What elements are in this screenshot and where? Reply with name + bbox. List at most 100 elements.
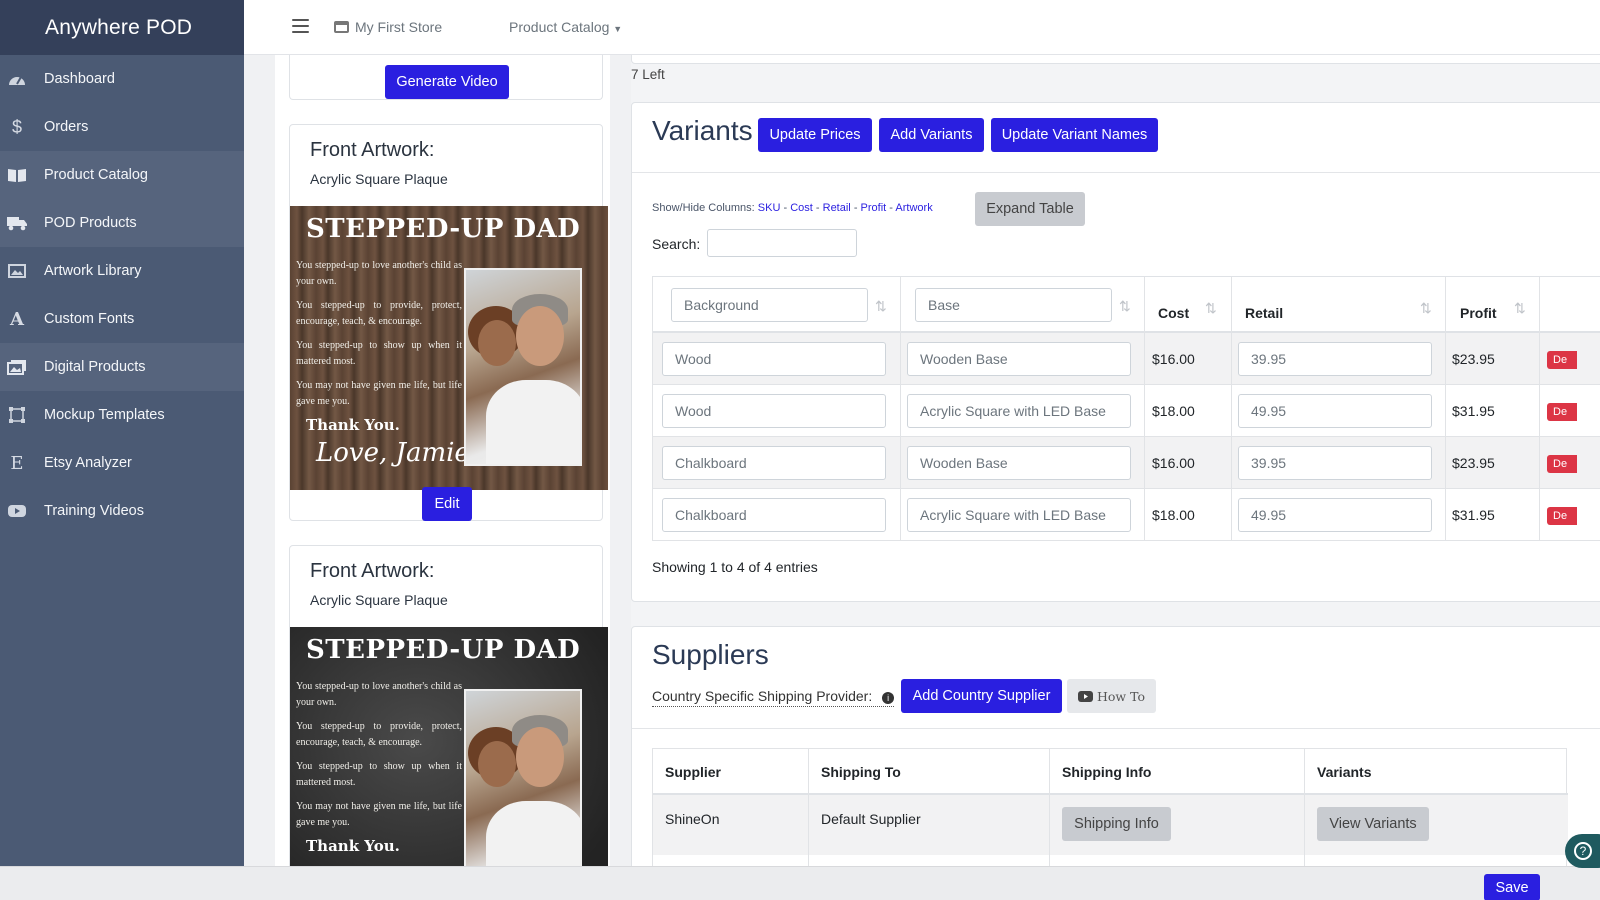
app-title[interactable]: Anywhere POD	[0, 0, 244, 55]
update-variant-names-button[interactable]: Update Variant Names	[991, 118, 1158, 152]
store-name: My First Store	[355, 19, 443, 35]
etsy-icon: E	[10, 452, 24, 474]
sidebar-item-digital-products[interactable]: Digital Products	[0, 343, 244, 391]
link-separator: -	[783, 202, 788, 214]
profit-value: $31.95	[1452, 403, 1495, 419]
delete-variant-button[interactable]: De	[1547, 455, 1577, 473]
sidebar-item-label: Dashboard	[44, 71, 115, 87]
divider	[632, 172, 1600, 173]
shipping-info-column-header: Shipping Info	[1062, 764, 1152, 780]
background-input[interactable]: Wood	[662, 394, 886, 428]
base-input[interactable]: Wooden Base	[907, 446, 1131, 480]
retail-column-header[interactable]: Retail	[1245, 305, 1283, 321]
save-button[interactable]: Save	[1484, 874, 1540, 900]
profit-value: $23.95	[1452, 455, 1495, 471]
column-toggle-sku[interactable]: SKU	[758, 202, 781, 214]
sidebar-item-custom-fonts[interactable]: A Custom Fonts	[0, 295, 244, 343]
delete-variant-button[interactable]: De	[1547, 403, 1577, 421]
store-selector[interactable]: My First Store	[334, 19, 442, 35]
sidebar-item-artwork-library[interactable]: Artwork Library	[0, 247, 244, 295]
sort-icon[interactable]: ⇅	[875, 298, 887, 315]
background-filter-input[interactable]: Background	[671, 288, 868, 322]
base-input[interactable]: Acrylic Square with LED Base	[907, 498, 1131, 532]
sidebar-item-orders[interactable]: $ Orders	[0, 103, 244, 151]
base-input[interactable]: Acrylic Square with LED Base	[907, 394, 1131, 428]
bottom-action-bar: Save	[0, 866, 1600, 900]
book-icon	[6, 164, 28, 186]
plaque-line: You stepped-up to show up when it matter…	[296, 761, 462, 788]
shipping-info-button[interactable]: Shipping Info	[1062, 807, 1171, 841]
hamburger-menu-icon[interactable]	[292, 19, 309, 33]
vector-icon	[6, 404, 28, 426]
sort-icon[interactable]: ⇅	[1119, 298, 1131, 315]
plaque-body: You stepped-up to love another's child a…	[296, 258, 462, 418]
sort-icon[interactable]: ⇅	[1514, 300, 1526, 317]
profit-value: $23.95	[1452, 351, 1495, 367]
artwork-title: Front Artwork:	[310, 139, 435, 161]
column-toggle-retail[interactable]: Retail	[823, 202, 851, 214]
retail-input[interactable]: 49.95	[1238, 498, 1432, 532]
sidebar-item-training-videos[interactable]: Training Videos	[0, 487, 244, 535]
search-input[interactable]	[707, 229, 857, 257]
retail-input[interactable]: 39.95	[1238, 446, 1432, 480]
background-input[interactable]: Chalkboard	[662, 498, 886, 532]
generate-video-button[interactable]: Generate Video	[385, 65, 509, 99]
link-separator: -	[815, 202, 820, 214]
sidebar-item-mockup-templates[interactable]: Mockup Templates	[0, 391, 244, 439]
sidebar-item-pod-products[interactable]: POD Products	[0, 199, 244, 247]
family-photo	[464, 268, 582, 466]
suppliers-table: Supplier Shipping To Shipping Info Varia…	[652, 748, 1568, 866]
profit-column-header[interactable]: Profit	[1460, 305, 1497, 321]
link-separator: -	[853, 202, 858, 214]
edit-artwork-button[interactable]: Edit	[422, 487, 472, 521]
search-label: Search:	[652, 236, 701, 252]
view-variants-button[interactable]: View Variants	[1317, 807, 1429, 841]
info-icon[interactable]: i	[882, 692, 895, 704]
catalog-dropdown[interactable]: Product Catalog ▼	[509, 19, 622, 35]
sidebar-item-product-catalog[interactable]: Product Catalog	[0, 151, 244, 199]
plaque-line: You stepped-up to show up when it matter…	[296, 340, 462, 367]
artwork-preview-image[interactable]: STEPPED-UP DAD You stepped-up to love an…	[290, 206, 608, 490]
plaque-signature: Love, Jamie	[316, 438, 470, 468]
suppliers-title: Suppliers	[652, 639, 769, 670]
help-button[interactable]: ?	[1565, 834, 1600, 868]
variants-table: Background ⇅ Base ⇅ Cost ⇅ Retail ⇅ Prof…	[652, 276, 1600, 541]
add-variants-button[interactable]: Add Variants	[879, 118, 984, 152]
sidebar-item-etsy-analyzer[interactable]: E Etsy Analyzer	[0, 439, 244, 487]
expand-table-button[interactable]: Expand Table	[975, 192, 1085, 226]
font-icon: A	[10, 308, 24, 330]
base-input[interactable]: Wooden Base	[907, 342, 1131, 376]
video-icon	[1078, 690, 1093, 702]
sidebar-item-label: Orders	[44, 119, 89, 135]
sidebar-item-dashboard[interactable]: Dashboard	[0, 55, 244, 103]
delete-variant-button[interactable]: De	[1547, 351, 1577, 369]
how-to-button[interactable]: How To	[1067, 679, 1156, 713]
base-filter-input[interactable]: Base	[915, 288, 1112, 322]
background-input[interactable]: Chalkboard	[662, 446, 886, 480]
update-prices-button[interactable]: Update Prices	[758, 118, 872, 152]
cost-value: $18.00	[1152, 507, 1195, 523]
cost-column-header[interactable]: Cost	[1158, 305, 1189, 321]
artwork-preview-image[interactable]: STEPPED-UP DAD You stepped-up to love an…	[290, 627, 608, 866]
remaining-count: 7 Left	[631, 67, 665, 82]
shipping-to-value: Default Supplier	[821, 811, 921, 827]
sidebar-item-label: Mockup Templates	[44, 407, 165, 423]
column-toggle-cost[interactable]: Cost	[790, 202, 813, 214]
column-toggle-profit[interactable]: Profit	[861, 202, 887, 214]
retail-input[interactable]: 39.95	[1238, 342, 1432, 376]
delete-variant-button[interactable]: De	[1547, 507, 1577, 525]
variants-card: Variants Update Prices Add Variants Upda…	[631, 102, 1600, 602]
table-row: Chalkboard Wooden Base $16.00 39.95 $23.…	[652, 437, 1600, 489]
background-input[interactable]: Wood	[662, 342, 886, 376]
add-country-supplier-button[interactable]: Add Country Supplier	[901, 679, 1062, 713]
sort-icon[interactable]: ⇅	[1420, 300, 1432, 317]
sort-icon[interactable]: ⇅	[1205, 300, 1217, 317]
cost-value: $18.00	[1152, 403, 1195, 419]
plaque-line: You may not have given me life, but life…	[296, 380, 462, 407]
profit-value: $31.95	[1452, 507, 1495, 523]
artwork-card: Front Artwork: Acrylic Square Plaque STE…	[289, 545, 608, 866]
sidebar-item-label: Etsy Analyzer	[44, 455, 132, 471]
retail-input[interactable]: 49.95	[1238, 394, 1432, 428]
column-toggle-artwork[interactable]: Artwork	[895, 202, 932, 214]
artwork-title: Front Artwork:	[310, 560, 435, 582]
